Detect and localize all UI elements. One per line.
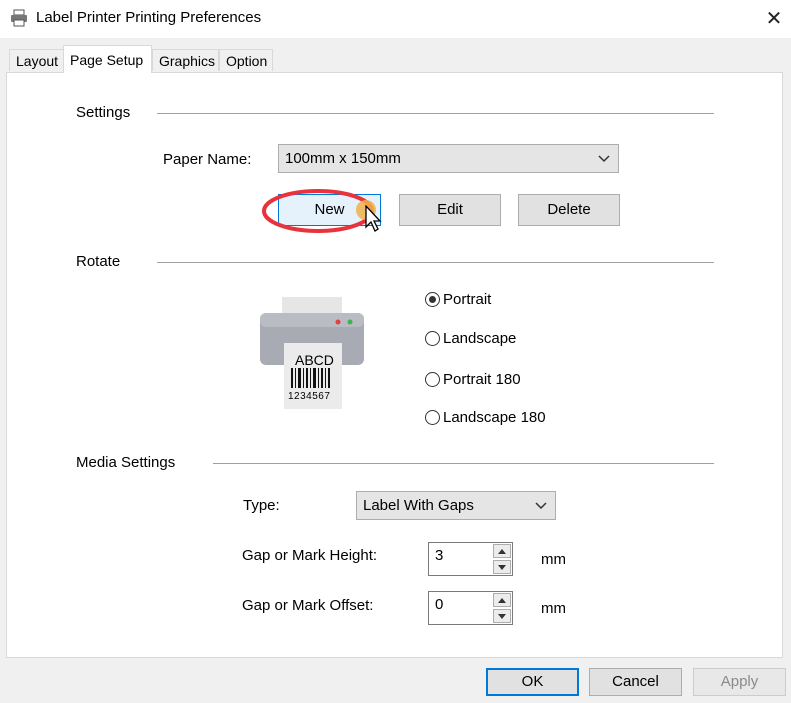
paper-name-select[interactable]: 100mm x 150mm	[278, 144, 619, 173]
close-icon[interactable]: ✕	[756, 3, 791, 33]
gap-height-stepper[interactable]: 3	[428, 542, 513, 576]
arrow-down-icon	[498, 613, 506, 619]
media-type-select[interactable]: Label With Gaps	[356, 491, 556, 520]
paper-name-value: 100mm x 150mm	[285, 150, 401, 167]
divider	[157, 262, 714, 263]
media-type-value: Label With Gaps	[363, 497, 474, 514]
radio-portrait[interactable]: Portrait	[425, 291, 491, 308]
paper-name-label: Paper Name:	[163, 151, 252, 168]
radio-circle	[425, 292, 440, 307]
media-settings-heading: Media Settings	[76, 454, 176, 471]
gap-height-value: 3	[435, 547, 444, 564]
gap-offset-stepper[interactable]: 0	[428, 591, 513, 625]
printer-icon	[11, 9, 27, 27]
tab-graphics[interactable]: Graphics	[152, 49, 219, 71]
radio-label: Landscape 180	[443, 409, 546, 426]
gap-offset-value: 0	[435, 596, 444, 613]
edit-button[interactable]: Edit	[399, 194, 501, 226]
gap-height-label: Gap or Mark Height:	[242, 547, 378, 564]
radio-label: Landscape	[443, 330, 517, 347]
divider	[157, 113, 714, 114]
cancel-button[interactable]: Cancel	[589, 668, 682, 696]
chevron-down-icon	[598, 154, 610, 162]
label-sample-text: ABCD	[295, 352, 334, 368]
mouse-cursor-icon	[365, 205, 382, 232]
radio-circle	[425, 372, 440, 387]
tab-layout[interactable]: Layout	[9, 49, 64, 71]
rotate-heading: Rotate	[76, 253, 121, 270]
radio-label: Portrait 180	[443, 371, 521, 388]
spin-down-button[interactable]	[493, 560, 511, 574]
type-label: Type:	[243, 497, 280, 514]
gap-height-unit: mm	[541, 551, 566, 568]
tab-page-setup[interactable]: Page Setup	[63, 45, 152, 73]
arrow-up-icon	[498, 548, 506, 554]
spin-up-button[interactable]	[493, 544, 511, 558]
window-title: Label Printer Printing Preferences	[36, 9, 262, 26]
radio-label: Portrait	[443, 291, 492, 308]
radio-circle	[425, 331, 440, 346]
radio-portrait-180[interactable]: Portrait 180	[425, 371, 521, 388]
ok-button[interactable]: OK	[486, 668, 579, 696]
radio-landscape-180[interactable]: Landscape 180	[425, 409, 546, 426]
chevron-down-icon	[535, 501, 547, 509]
spin-down-button[interactable]	[493, 609, 511, 623]
radio-landscape[interactable]: Landscape	[425, 330, 516, 347]
label-sample-number: 1234567	[288, 391, 331, 402]
arrow-down-icon	[498, 564, 506, 570]
settings-heading: Settings	[76, 104, 131, 121]
radio-circle	[425, 410, 440, 425]
delete-button[interactable]: Delete	[518, 194, 620, 226]
spin-up-button[interactable]	[493, 593, 511, 607]
tab-option[interactable]: Option	[219, 49, 273, 71]
apply-button[interactable]: Apply	[693, 668, 786, 696]
gap-offset-unit: mm	[541, 600, 566, 617]
divider	[213, 463, 714, 464]
arrow-up-icon	[498, 597, 506, 603]
gap-offset-label: Gap or Mark Offset:	[242, 597, 374, 614]
